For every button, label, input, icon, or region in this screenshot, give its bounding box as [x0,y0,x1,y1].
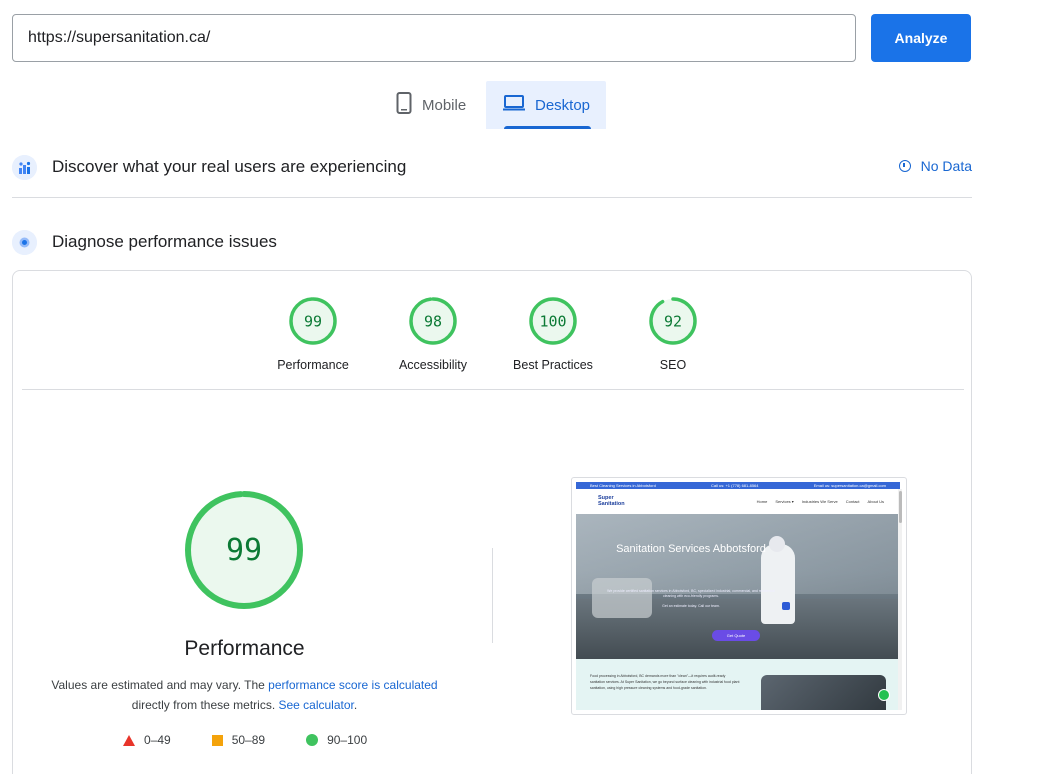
screenshot-logo: Super Sanitation [598,495,625,507]
gauge-label: Performance [277,358,349,372]
gauge-score: 100 [539,313,566,331]
square-icon [211,734,223,746]
tab-desktop-label: Desktop [535,96,591,114]
tab-mobile[interactable]: Mobile [385,81,485,129]
triangle-icon [123,734,135,746]
screenshot-hero-sub: We provide certified sanitation services… [607,589,775,608]
gauge-score: 99 [304,313,322,331]
field-data-title: Discover what your real users are experi… [52,157,407,176]
gauge-label: SEO [659,358,687,372]
url-input[interactable] [12,14,856,62]
gauge-score: 98 [424,313,442,331]
gauge-performance[interactable]: 99 Performance [253,296,373,372]
report-card: 99 Performance 98 Accessibility 100 Best Prac… [12,270,972,774]
screenshot-topbar-right: Email us: supersanitation.ca@gmail.com [813,483,886,488]
gauge-score: 92 [664,313,682,331]
gauge-best-practices[interactable]: 100 Best Practices [493,296,613,372]
performance-score-link[interactable]: performance score is calculated [268,678,437,692]
circle-icon [306,734,319,746]
tab-selected-indicator [504,126,591,129]
gauge-seo[interactable]: 92 SEO [613,296,733,372]
no-data-link[interactable]: No Data [898,158,972,174]
screenshot-topbar-mid: Call us: +1 (778) 681-8564 [711,483,759,488]
gauge-label: Best Practices [513,358,593,372]
legend-pass-label: 90–100 [327,733,368,747]
legend-fail: 0–49 [123,733,171,747]
screenshot-menu-item: About Us [867,499,884,504]
screenshot-lower-text: Food processing in Abbotsford, BC demand… [590,674,740,690]
tab-desktop[interactable]: Desktop [486,81,606,129]
screenshot-menu-item: Contact [845,499,860,504]
gauge-label: Accessibility [398,358,468,372]
crux-users-icon [12,154,37,180]
note-prefix: Values are estimated and may vary. The [51,678,269,692]
screenshot-topbar: Best Cleaning Services in Abbotsford Cal… [576,482,900,489]
info-icon [898,160,911,172]
legend-average: 50–89 [211,733,266,747]
section-divider [12,197,972,198]
field-data-header: Discover what your real users are experi… [12,154,972,180]
performance-note: Values are estimated and may vary. The p… [33,675,456,715]
screenshot-topbar-left: Best Cleaning Services in Abbotsford [590,483,656,488]
screenshot-lower: Food processing in Abbotsford, BC demand… [576,659,900,710]
lighthouse-icon [12,229,37,255]
screenshot-hero: Sanitation Services Abbotsford We provid… [576,514,900,659]
legend-pass: 90–100 [306,733,367,747]
screenshot-menu-item: Industries We Serve [801,499,838,504]
screenshot-menu-item: Services ▾ [775,499,794,504]
note-mid: directly from these metrics. [131,698,279,712]
phone-icon [396,92,412,118]
see-calculator-link[interactable]: See calculator [278,698,353,712]
screenshot-menu-item: Home [756,499,768,504]
whatsapp-icon [878,689,890,701]
screenshot-menu: Home Services ▾ Industries We Serve Cont… [757,499,884,504]
screenshot-hero-title: Sanitation Services Abbotsford [616,543,766,555]
gauge-divider [22,389,964,390]
score-legend: 0–49 50–89 90–100 [123,733,408,747]
gauge-accessibility[interactable]: 98 Accessibility [373,296,493,372]
laptop-icon [503,95,525,115]
vertical-divider [492,548,493,643]
no-data-label: No Data [920,158,972,174]
screenshot-scrollbar [898,489,902,710]
screenshot-cta: Get Quote [712,630,760,641]
legend-fail-label: 0–49 [144,733,171,747]
screenshot-photo [761,675,886,710]
tab-mobile-label: Mobile [422,96,467,114]
legend-average-label: 50–89 [231,733,266,747]
lab-data-header: Diagnose performance issues [12,229,972,255]
analyze-button[interactable]: Analyze [871,14,971,62]
performance-big-gauge: 99 [184,490,304,615]
screenshot-nav: Super Sanitation Home Services ▾ Industri… [576,489,900,514]
lab-data-title: Diagnose performance issues [52,232,277,251]
performance-title: Performance [184,637,305,660]
note-suffix: . [353,698,358,712]
page-screenshot[interactable]: Best Cleaning Services in Abbotsford Cal… [571,477,907,715]
big-gauge-score: 99 [226,533,262,568]
